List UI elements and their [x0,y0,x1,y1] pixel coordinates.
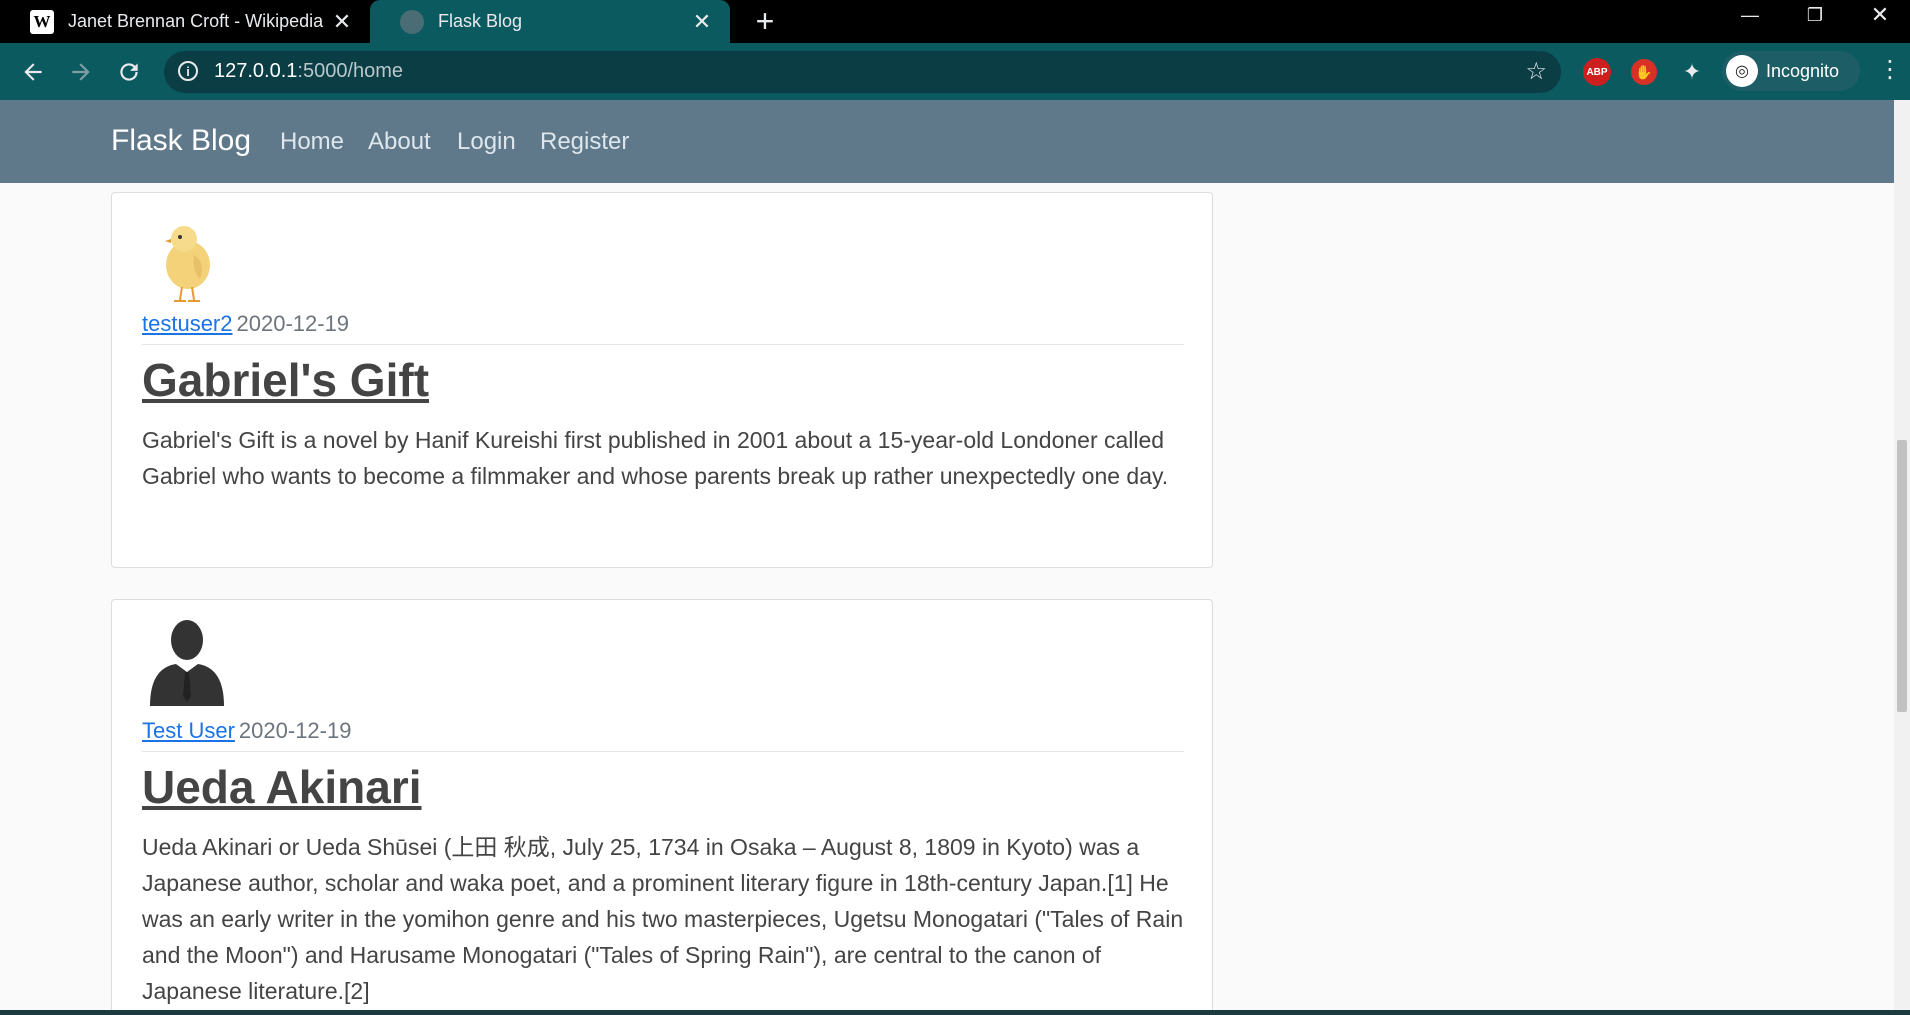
person-silhouette-avatar [142,616,232,706]
reload-icon [120,63,138,81]
post-title[interactable]: Ueda Akinari [142,760,422,814]
wikipedia-icon: W [30,9,54,34]
divider [142,344,1184,345]
tab-strip: W Janet Brennan Croft - Wikipedia ✕ Flas… [0,0,1910,43]
minimize-button[interactable]: — [1720,0,1780,30]
author-link[interactable]: Test User [142,718,235,743]
post-meta: testuser2 2020-12-19 [142,311,349,337]
nav-login[interactable]: Login [457,128,516,156]
tab-title: Janet Brennan Croft - Wikipedia [68,11,324,31]
divider [142,751,1184,752]
nav-register[interactable]: Register [540,128,629,156]
browser-toolbar: i 127.0.0.1:5000/home ☆ ABP ✋ ✦ ◎ Incogn… [0,43,1910,100]
browser-menu-icon[interactable]: ⋮ [1878,55,1902,84]
restore-button[interactable]: ❐ [1785,0,1845,30]
site-info-icon[interactable]: i [178,61,198,81]
tab-title: Flask Blog [438,11,523,31]
post-title[interactable]: Gabriel's Gift [142,353,429,407]
incognito-label: Incognito [1766,60,1840,81]
new-tab-button[interactable]: + [748,3,782,39]
tab-flask-blog[interactable]: Flask Blog ✕ [370,0,730,43]
bookmark-star-icon[interactable]: ☆ [1525,57,1547,86]
bottom-edge [0,1010,1910,1015]
close-window-button[interactable]: ✕ [1850,0,1910,30]
globe-icon [400,9,424,34]
forward-arrow-icon [72,63,90,81]
post-date: 2020-12-19 [238,718,352,743]
nav-home[interactable]: Home [280,128,344,156]
post-content: Ueda Akinari or Ueda Shūsei (上田 秋成, July… [142,834,1184,1004]
close-tab-icon[interactable]: ✕ [328,8,356,36]
adblock-plus-icon[interactable]: ABP [1583,58,1611,86]
url-text: 127.0.0.1:5000/home [214,60,404,82]
page-viewport: Flask Blog Home About Login Register tes… [0,100,1894,1015]
post-date: 2020-12-19 [236,311,350,336]
back-button[interactable] [14,53,52,91]
reload-button[interactable] [110,53,148,91]
post-card: Test User 2020-12-19 Ueda Akinari Ueda Ak… [111,599,1213,1015]
incognito-profile-button[interactable]: ◎ Incognito [1722,51,1860,91]
tab-wikipedia[interactable]: W Janet Brennan Croft - Wikipedia ✕ [0,0,370,43]
site-navbar: Flask Blog Home About Login Register [0,100,1894,183]
post-meta: Test User 2020-12-19 [142,718,351,744]
extensions-puzzle-icon[interactable]: ✦ [1679,59,1705,85]
author-link[interactable]: testuser2 [142,311,233,336]
post-card: testuser2 2020-12-19 Gabriel's Gift Gabri… [111,192,1213,568]
back-arrow-icon [24,63,42,81]
forward-button[interactable] [62,53,100,91]
nav-about[interactable]: About [368,128,431,156]
scrollbar-thumb[interactable] [1897,440,1907,712]
address-bar[interactable]: i 127.0.0.1:5000/home ☆ [164,51,1561,93]
vertical-scrollbar[interactable] [1894,100,1910,1015]
close-tab-icon[interactable]: ✕ [688,8,716,36]
stop-hand-extension-icon[interactable]: ✋ [1631,59,1657,85]
post-content: Gabriel's Gift is a novel by Hanif Kurei… [142,427,1169,489]
incognito-icon: ◎ [1726,55,1758,87]
chick-avatar [142,215,232,305]
site-brand[interactable]: Flask Blog [111,124,251,158]
